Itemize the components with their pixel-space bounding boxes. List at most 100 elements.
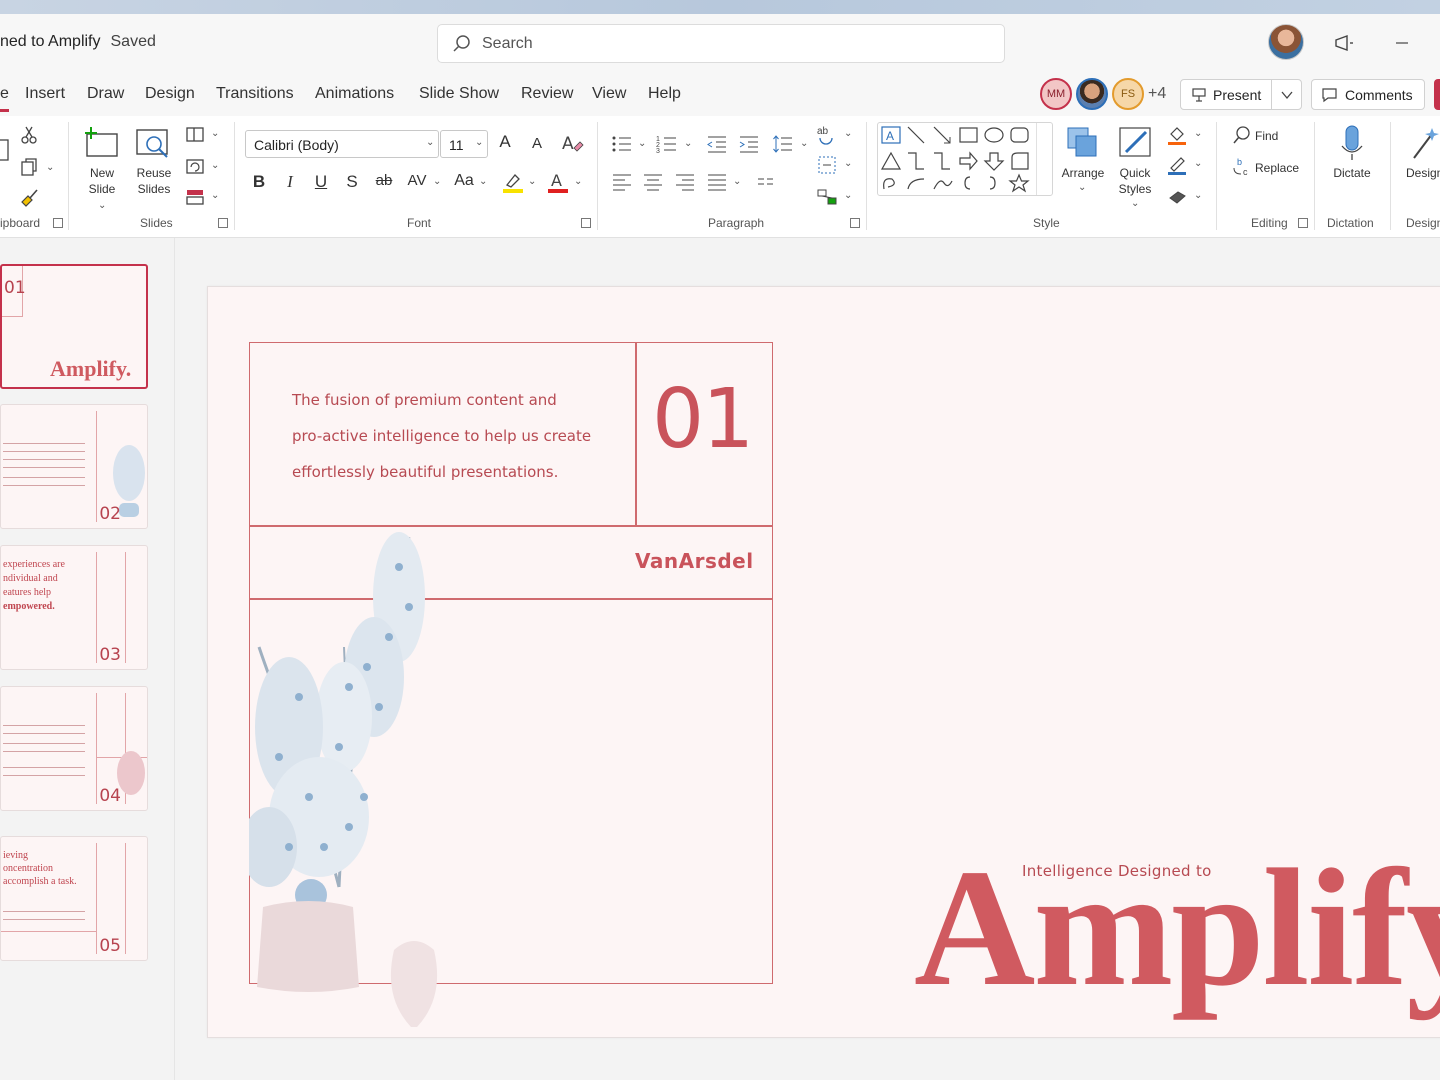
- tab-slide-show[interactable]: Slide Show: [419, 85, 499, 103]
- shape-effects-chevron-icon[interactable]: ⌄: [1194, 190, 1202, 201]
- slide-canvas[interactable]: The fusion of premium content and pro-ac…: [207, 286, 1440, 1038]
- align-text-chevron-icon[interactable]: ⌄: [844, 158, 852, 169]
- slide-thumbnail-pane[interactable]: 01 Amplify. 02 experiences are ndividual…: [0, 238, 175, 1080]
- shape-fill-chevron-icon[interactable]: ⌄: [1194, 128, 1202, 139]
- character-spacing-button[interactable]: AV: [404, 172, 430, 189]
- document-name[interactable]: ned to Amplify: [0, 33, 101, 50]
- highlight-chevron-icon[interactable]: ⌄: [528, 176, 536, 187]
- share-button[interactable]: [1434, 79, 1440, 110]
- bold-button[interactable]: B: [248, 172, 270, 192]
- clipboard-launcher-icon[interactable]: [53, 218, 63, 228]
- justify-chevron-icon[interactable]: ⌄: [733, 176, 741, 187]
- arrange-chevron-icon[interactable]: ⌄: [1078, 182, 1086, 193]
- layout-icon[interactable]: [185, 126, 207, 144]
- search-input[interactable]: Search: [437, 24, 1005, 63]
- new-slide-chevron-icon[interactable]: ⌄: [98, 200, 106, 211]
- copy-icon[interactable]: [18, 156, 40, 178]
- shapes-scroll[interactable]: [1036, 123, 1052, 195]
- slide-thumbnail-1[interactable]: 01 Amplify.: [0, 264, 148, 389]
- slide-thumbnail-2[interactable]: 02: [0, 404, 148, 529]
- justify-icon[interactable]: [706, 172, 728, 192]
- tab-design[interactable]: Design: [145, 85, 195, 103]
- slide-body-text[interactable]: The fusion of premium content and pro-ac…: [292, 382, 622, 490]
- text-direction-icon[interactable]: ab: [816, 124, 838, 146]
- comments-button[interactable]: Comments: [1311, 79, 1425, 110]
- layout-chevron-icon[interactable]: ⌄: [211, 128, 219, 139]
- shrink-font-button[interactable]: A: [526, 135, 548, 152]
- slide-thumbnail-4[interactable]: 04: [0, 686, 148, 811]
- plant-image[interactable]: [249, 527, 509, 1027]
- slide-number-text[interactable]: 01: [652, 372, 754, 467]
- smartart-icon[interactable]: [816, 186, 838, 208]
- quick-styles-chevron-icon[interactable]: ⌄: [1131, 198, 1139, 209]
- quick-styles-button[interactable]: Quick Styles: [1112, 165, 1158, 197]
- clear-formatting-icon[interactable]: A: [560, 132, 584, 154]
- slide-thumbnail-5[interactable]: ieving oncentration accomplish a task. 0…: [0, 836, 148, 961]
- numbering-icon[interactable]: 123: [656, 134, 678, 154]
- tab-animations[interactable]: Animations: [315, 85, 394, 103]
- user-avatar[interactable]: [1268, 24, 1304, 60]
- collaborator-mm[interactable]: MM: [1040, 78, 1072, 110]
- font-size-select[interactable]: 11 ⌄: [440, 130, 488, 158]
- replace-button[interactable]: Replace: [1255, 160, 1299, 176]
- italic-button[interactable]: I: [279, 172, 301, 192]
- feedback-megaphone-icon[interactable]: [1333, 32, 1355, 54]
- find-button[interactable]: Find: [1255, 128, 1278, 144]
- replace-icon[interactable]: bc: [1231, 156, 1253, 178]
- editing-launcher-icon[interactable]: [1298, 218, 1308, 228]
- numbering-chevron-icon[interactable]: ⌄: [684, 138, 692, 149]
- section-icon[interactable]: [185, 188, 207, 206]
- slide-thumbnail-3[interactable]: experiences are ndividual and eatures he…: [0, 545, 148, 670]
- shape-outline-icon[interactable]: [1166, 154, 1188, 176]
- columns-icon[interactable]: [756, 174, 776, 190]
- brand-logo[interactable]: VanArsdel: [635, 549, 754, 573]
- more-collaborators[interactable]: +4: [1148, 85, 1166, 103]
- collaborator-fs[interactable]: FS: [1112, 78, 1144, 110]
- increase-indent-icon[interactable]: [738, 134, 760, 154]
- line-spacing-chevron-icon[interactable]: ⌄: [800, 138, 808, 149]
- smartart-chevron-icon[interactable]: ⌄: [844, 190, 852, 201]
- shadow-button[interactable]: S: [341, 172, 363, 192]
- change-case-button[interactable]: Aa: [451, 172, 477, 190]
- underline-button[interactable]: U: [310, 172, 332, 192]
- tab-transitions[interactable]: Transitions: [216, 85, 294, 103]
- copy-chevron-icon[interactable]: ⌄: [46, 162, 54, 173]
- tab-home[interactable]: e: [0, 85, 9, 112]
- tab-insert[interactable]: Insert: [25, 85, 65, 103]
- reuse-slides-icon[interactable]: [134, 126, 174, 166]
- font-launcher-icon[interactable]: [581, 218, 591, 228]
- section-chevron-icon[interactable]: ⌄: [211, 190, 219, 201]
- text-direction-chevron-icon[interactable]: ⌄: [844, 128, 852, 139]
- shapes-gallery[interactable]: A: [877, 122, 1053, 196]
- find-icon[interactable]: [1231, 124, 1253, 146]
- grow-font-button[interactable]: A: [494, 132, 516, 152]
- new-slide-icon[interactable]: [82, 124, 122, 164]
- slide-hero-title[interactable]: Amplify: [914, 832, 1440, 1025]
- reuse-slides-button[interactable]: Reuse Slides: [132, 165, 176, 197]
- arrange-button[interactable]: Arrange: [1058, 165, 1108, 181]
- case-chevron-icon[interactable]: ⌄: [479, 176, 487, 187]
- font-color-icon[interactable]: A: [546, 170, 570, 194]
- collaborator-avatar[interactable]: [1076, 78, 1108, 110]
- decrease-indent-icon[interactable]: [706, 134, 728, 154]
- designer-icon[interactable]: [1410, 124, 1440, 162]
- designer-button[interactable]: Design: [1406, 165, 1440, 181]
- strikethrough-button[interactable]: ab: [373, 172, 395, 189]
- arrange-icon[interactable]: [1064, 124, 1102, 162]
- tab-review[interactable]: Review: [521, 85, 573, 103]
- align-text-icon[interactable]: [816, 154, 838, 176]
- present-button[interactable]: Present: [1180, 79, 1302, 110]
- bullets-chevron-icon[interactable]: ⌄: [638, 138, 646, 149]
- align-center-icon[interactable]: [642, 172, 664, 192]
- tab-view[interactable]: View: [592, 85, 626, 103]
- chevron-down-icon[interactable]: [1280, 89, 1294, 101]
- paragraph-launcher-icon[interactable]: [850, 218, 860, 228]
- shape-outline-chevron-icon[interactable]: ⌄: [1194, 158, 1202, 169]
- format-painter-icon[interactable]: [18, 186, 40, 208]
- shape-fill-icon[interactable]: [1166, 124, 1188, 146]
- spacing-chevron-icon[interactable]: ⌄: [433, 176, 441, 187]
- document-title[interactable]: ned to Amplify Saved: [0, 33, 166, 51]
- font-family-select[interactable]: Calibri (Body) ⌄: [245, 130, 439, 158]
- font-color-chevron-icon[interactable]: ⌄: [574, 176, 582, 187]
- line-spacing-icon[interactable]: [772, 134, 794, 154]
